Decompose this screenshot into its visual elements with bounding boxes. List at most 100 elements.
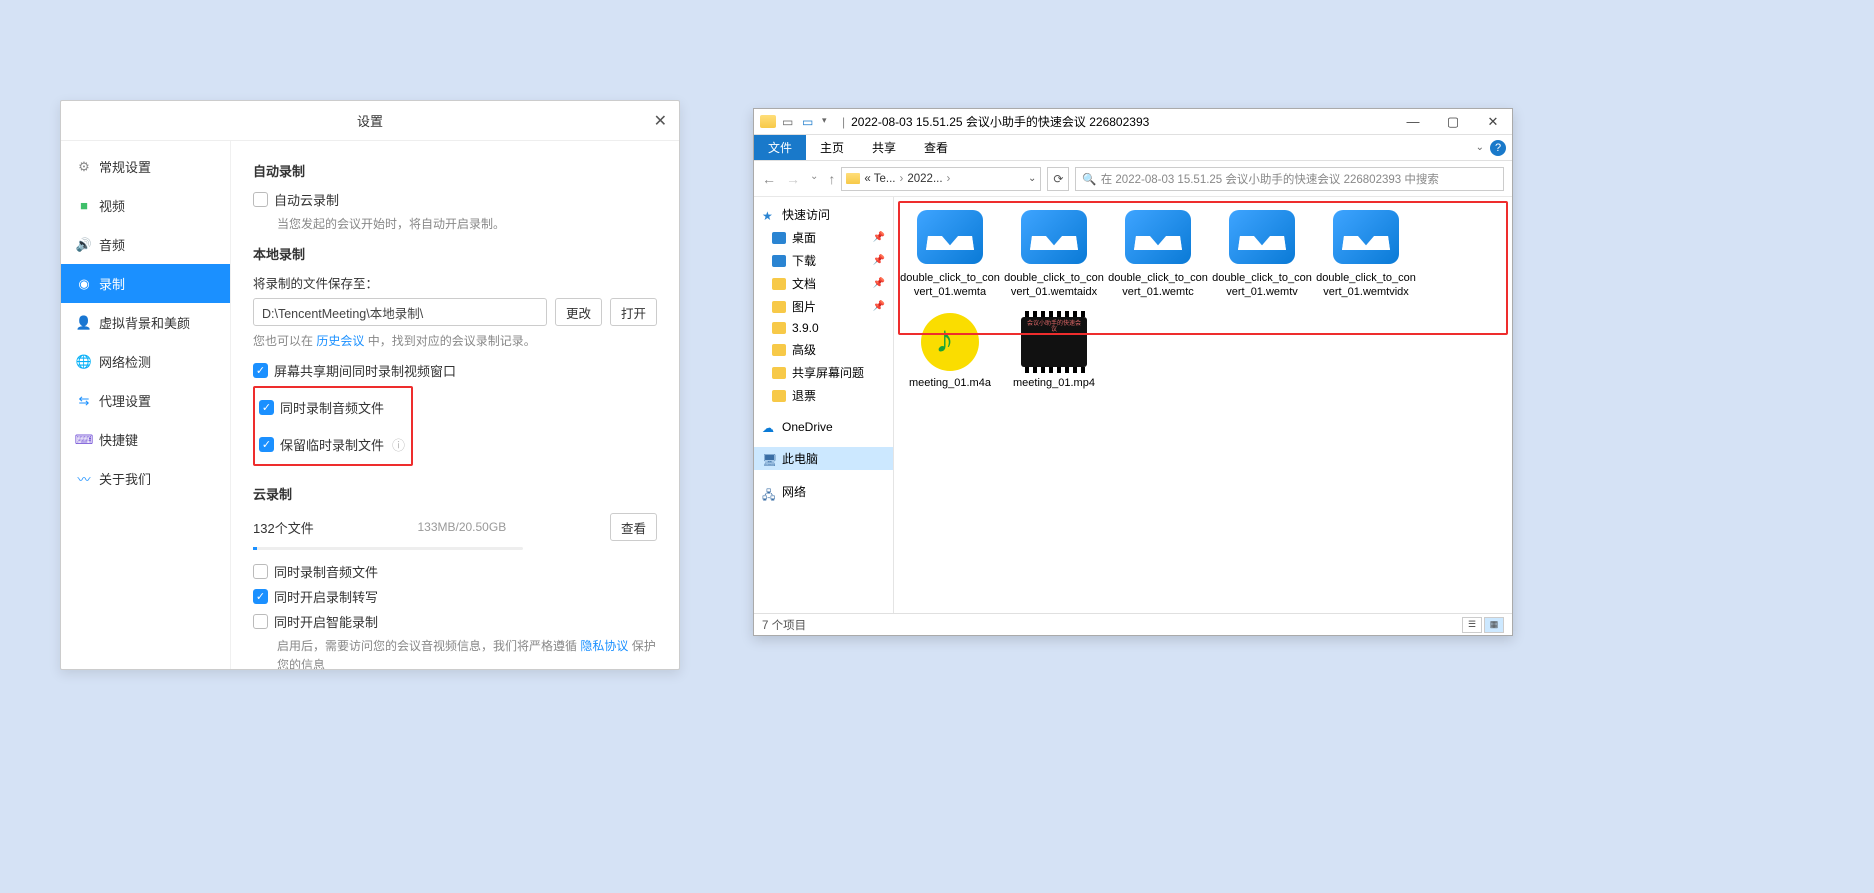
tab-home[interactable]: 主页	[806, 135, 858, 160]
tree-label: 高级	[792, 341, 816, 358]
sidebar-refund[interactable]: 退票	[754, 384, 893, 407]
checkbox-label: 同时开启智能录制	[274, 612, 378, 631]
address-bar[interactable]: « Te... › 2022... › ⌄	[841, 167, 1041, 191]
auto-record-title: 自动录制	[253, 161, 657, 180]
sidebar-onedrive[interactable]: ☁OneDrive	[754, 417, 893, 437]
close-icon[interactable]: ✕	[654, 111, 667, 131]
nav-shortcut[interactable]: ⌨快捷键	[61, 420, 230, 459]
nav-netcheck[interactable]: 🌐网络检测	[61, 342, 230, 381]
file-item[interactable]: double_click_to_convert_01.wemtvidx	[1316, 203, 1416, 304]
icons-view-button[interactable]: ▦	[1484, 617, 1504, 633]
checkbox-checked-icon: ✓	[253, 589, 268, 604]
privacy-link[interactable]: 隐私协议	[580, 639, 628, 653]
nav-general[interactable]: ⚙常规设置	[61, 147, 230, 186]
star-icon: ★	[762, 209, 776, 221]
sidebar-network[interactable]: 🖧网络	[754, 480, 893, 503]
qat-dropdown[interactable]: ▾	[822, 115, 836, 129]
file-pane[interactable]: double_click_to_convert_01.wemta double_…	[894, 197, 1512, 613]
pin-icon: 📌	[873, 301, 885, 312]
tab-view[interactable]: 查看	[910, 135, 962, 160]
recent-dropdown[interactable]: ⌄	[810, 171, 818, 187]
details-view-button[interactable]: ☰	[1462, 617, 1482, 633]
forward-button[interactable]: →	[786, 171, 800, 187]
breadcrumb-seg[interactable]: « Te...	[864, 173, 895, 185]
cloud-usage-row: 132个文件 133MB/20.50GB 查看	[253, 513, 657, 541]
checkbox-icon	[253, 614, 268, 629]
smart-hint: 启用后，需要访问您的会议音视频信息，我们将严格遵循 隐私协议 保护您的信息	[277, 637, 657, 669]
explorer-titlebar: ▭ ▭ ▾ | 2022-08-03 15.51.25 会议小助手的快速会议 2…	[754, 109, 1512, 135]
sidebar-pictures[interactable]: 图片📌	[754, 295, 893, 318]
pc-icon: 🖥	[762, 453, 776, 465]
tab-file[interactable]: 文件	[754, 135, 806, 160]
checkbox-icon	[253, 564, 268, 579]
sidebar-quick-access[interactable]: ★快速访问	[754, 203, 893, 226]
back-button[interactable]: ←	[762, 171, 776, 187]
nav-virtualbg[interactable]: 👤虚拟背景和美颜	[61, 303, 230, 342]
view-button[interactable]: 查看	[610, 513, 657, 541]
cloud-transcribe-checkbox[interactable]: ✓ 同时开启录制转写	[253, 587, 657, 606]
nav-video[interactable]: ■视频	[61, 186, 230, 225]
folder-icon	[772, 322, 786, 334]
sidebar-390[interactable]: 3.9.0	[754, 318, 893, 338]
sidebar-documents[interactable]: 文档📌	[754, 272, 893, 295]
status-bar: 7 个项目 ☰ ▦	[754, 613, 1512, 635]
breadcrumb-seg[interactable]: 2022...	[907, 173, 942, 185]
breadcrumb-dropdown[interactable]: ⌄	[1028, 173, 1036, 184]
settings-window: 设置 ✕ ⚙常规设置 ■视频 🔊音频 ◉录制 👤虚拟背景和美颜 🌐网络检测 ⇆代…	[60, 100, 680, 670]
hint-text: 您也可以在	[253, 334, 316, 348]
info-icon[interactable]: ⓘ	[392, 435, 405, 454]
nav-record[interactable]: ◉录制	[61, 264, 230, 303]
file-name: meeting_01.mp4	[1013, 376, 1095, 390]
keep-temp-checkbox[interactable]: ✓ 保留临时录制文件 ⓘ	[259, 435, 405, 454]
share-record-checkbox[interactable]: ✓ 屏幕共享期间同时录制视频窗口	[253, 361, 657, 380]
help-icon[interactable]: ?	[1490, 140, 1506, 156]
download-icon	[772, 255, 786, 267]
file-name: double_click_to_convert_01.wemtvidx	[1316, 271, 1416, 300]
path-input[interactable]	[253, 298, 547, 326]
maximize-button[interactable]: ▢	[1440, 114, 1466, 130]
nav-audio[interactable]: 🔊音频	[61, 225, 230, 264]
file-item[interactable]: double_click_to_convert_01.wemta	[900, 203, 1000, 304]
sidebar-this-pc[interactable]: 🖥 此电脑	[754, 447, 893, 470]
qat-button[interactable]: ▭	[802, 115, 816, 129]
change-button[interactable]: 更改	[555, 298, 602, 326]
file-item[interactable]: double_click_to_convert_01.wemtv	[1212, 203, 1312, 304]
up-button[interactable]: ↑	[828, 171, 835, 187]
close-button[interactable]: ✕	[1480, 114, 1506, 130]
sidebar-senior[interactable]: 高级	[754, 338, 893, 361]
tree-label: 此电脑	[782, 450, 818, 467]
tree-label: 桌面	[792, 229, 816, 246]
audio-record-checkbox[interactable]: ✓ 同时录制音频文件	[259, 398, 405, 417]
folder-icon	[772, 367, 786, 379]
nav-about[interactable]: 〰关于我们	[61, 459, 230, 498]
pin-icon: 📌	[873, 278, 885, 289]
nav-proxy[interactable]: ⇆代理设置	[61, 381, 230, 420]
minimize-button[interactable]: —	[1400, 114, 1426, 130]
cloud-smart-checkbox[interactable]: 同时开启智能录制	[253, 612, 657, 631]
auto-cloud-hint: 当您发起的会议开始时，将自动开启录制。	[277, 215, 657, 232]
refresh-button[interactable]: ⟳	[1047, 167, 1069, 191]
file-item[interactable]: 会议小助手的快速会议meeting_01.mp4	[1004, 308, 1104, 394]
file-item[interactable]: meeting_01.m4a	[900, 308, 1000, 394]
nav-label: 录制	[99, 274, 125, 293]
settings-nav: ⚙常规设置 ■视频 🔊音频 ◉录制 👤虚拟背景和美颜 🌐网络检测 ⇆代理设置 ⌨…	[61, 141, 231, 669]
cloud-usage: 133MB/20.50GB	[417, 520, 506, 534]
search-placeholder: 在 2022-08-03 15.51.25 会议小助手的快速会议 2268023…	[1101, 171, 1439, 187]
file-grid: double_click_to_convert_01.wemta double_…	[900, 203, 1506, 394]
sidebar-shareissue[interactable]: 共享屏幕问题	[754, 361, 893, 384]
history-link[interactable]: 历史会议	[316, 334, 364, 348]
qat-button[interactable]: ▭	[782, 115, 796, 129]
ribbon-collapse-icon[interactable]: ⌄	[1476, 142, 1484, 153]
sidebar-desktop[interactable]: 桌面📌	[754, 226, 893, 249]
auto-cloud-checkbox-row[interactable]: 自动云录制	[253, 190, 657, 209]
sidebar-downloads[interactable]: 下载📌	[754, 249, 893, 272]
open-button[interactable]: 打开	[610, 298, 657, 326]
cloud-audio-checkbox[interactable]: 同时录制音频文件	[253, 562, 657, 581]
file-item[interactable]: double_click_to_convert_01.wemtaidx	[1004, 203, 1104, 304]
nav-arrows: ← → ⌄ ↑	[762, 171, 835, 187]
file-item[interactable]: double_click_to_convert_01.wemtc	[1108, 203, 1208, 304]
search-input[interactable]: 🔍 在 2022-08-03 15.51.25 会议小助手的快速会议 22680…	[1075, 167, 1504, 191]
chevron-right-icon: ›	[900, 173, 904, 185]
tab-share[interactable]: 共享	[858, 135, 910, 160]
onedrive-icon: ☁	[762, 421, 776, 433]
